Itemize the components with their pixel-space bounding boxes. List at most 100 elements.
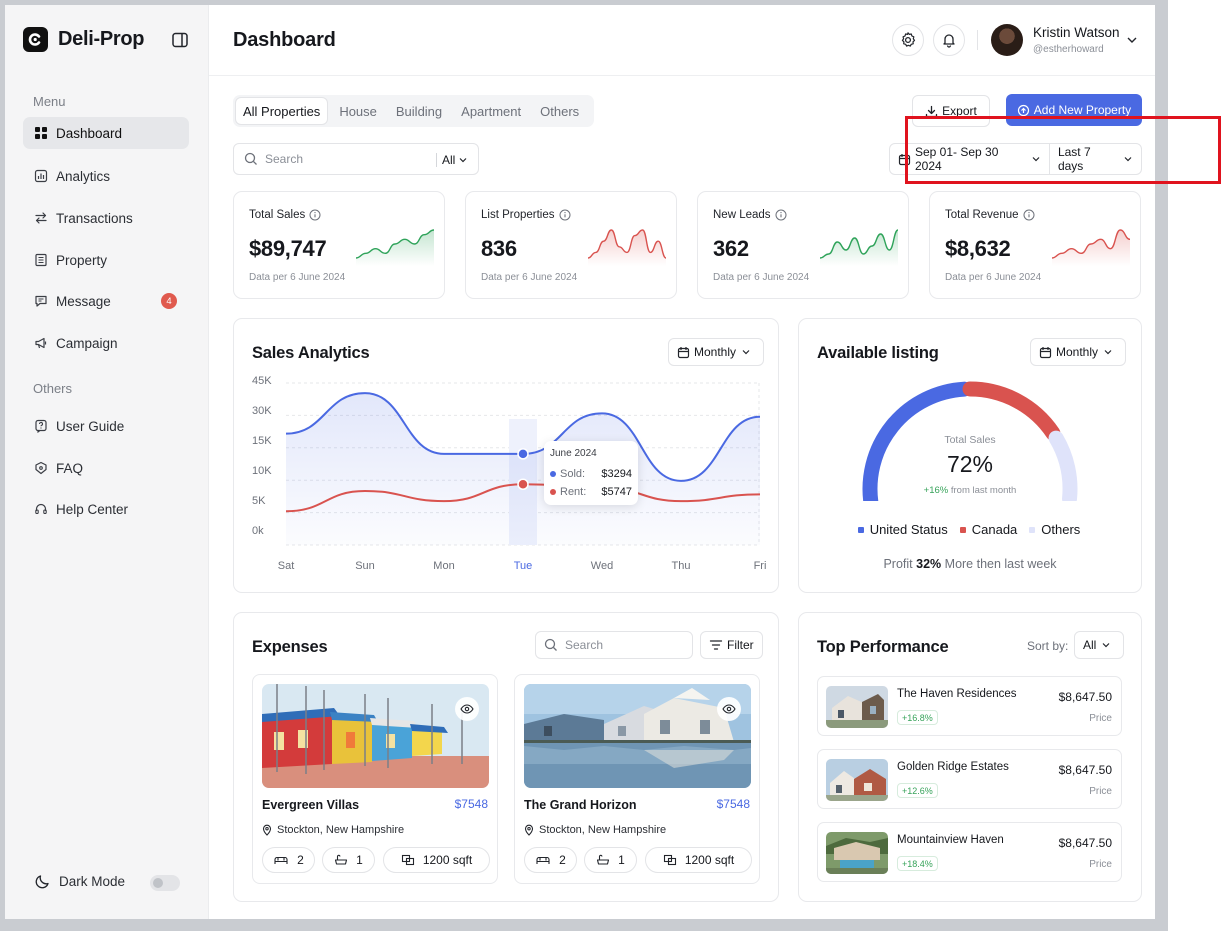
tab-building[interactable]: Building [389,98,449,124]
search-placeholder: Search [265,152,304,166]
user-handle: @estherhoward [1033,44,1104,55]
stat-label-text: Total Sales [249,209,306,221]
header-divider [977,30,978,50]
performance-thumbnail [826,759,888,801]
performance-item[interactable]: Golden Ridge Estates +12.6% $8,647.50 Pr… [817,749,1122,809]
avatar[interactable] [991,24,1023,56]
tab-others[interactable]: Others [533,98,586,124]
property-tabs: All Properties House Building Apartment … [233,95,595,127]
sparkline-new-leads [820,229,898,266]
sidebar-item-analytics[interactable]: Analytics [23,160,189,192]
arrows-icon [34,211,56,225]
listing-period-value: Monthly [1056,345,1099,359]
sidebar-item-help-center[interactable]: Help Center [23,493,189,525]
legend-label: Others [1041,522,1081,537]
dark-mode-toggle[interactable] [150,875,180,891]
performance-name: The Haven Residences [897,688,1017,700]
performance-name: Golden Ridge Estates [897,761,1009,773]
sidebar-item-label: Message [56,293,111,309]
tab-house[interactable]: House [332,98,384,124]
search-icon [244,152,258,166]
chart-icon [34,169,56,183]
gauge-value: 72% [946,451,994,477]
logo-icon [23,27,48,52]
view-eye-icon[interactable] [455,697,479,721]
sidebar-item-user-guide[interactable]: User Guide [23,410,189,442]
property-search-input[interactable]: Search All [233,143,479,175]
sidebar-item-property[interactable]: Property [23,244,189,276]
bed-icon [535,854,559,866]
performance-price-label: Price [1089,713,1112,724]
stat-subtext: Data per 6 June 2024 [481,272,578,283]
stat-label-text: Total Revenue [945,209,1019,221]
area-icon [663,854,685,866]
y-tick-label: 0k [252,525,264,537]
property-card-evergreen-villas[interactable]: Evergreen Villas $7548 Stockton, New Ham… [252,674,498,884]
chevron-down-icon[interactable] [1126,35,1138,45]
area-icon [401,854,423,866]
sidebar-item-label: Campaign [56,335,118,351]
sidebar-toggle-icon[interactable] [171,31,189,49]
calendar-icon [677,346,694,359]
expenses-search-input[interactable]: Search [535,631,693,659]
bathtub-icon [596,854,618,866]
sidebar-item-transactions[interactable]: Transactions [23,202,189,234]
stat-label: Total Sales [249,209,321,221]
performance-item[interactable]: Mountainview Haven +18.4% $8,647.50 Pric… [817,822,1122,882]
property-card-grand-horizon[interactable]: The Grand Horizon $7548 Stockton, New Ha… [514,674,760,884]
stat-value: 362 [713,236,749,261]
property-photo-evergreen-villas [262,684,489,788]
x-tick-label: Wed [590,560,614,572]
area-value: 1200 sqft [422,853,473,867]
sales-period-select[interactable]: Monthly [668,338,765,366]
info-icon[interactable] [771,209,787,221]
performance-thumbnail [826,832,888,874]
beds-pill: 2 [262,847,315,873]
sidebar-item-message[interactable]: Message 4 [23,285,189,317]
profit-suffix: More then last week [944,557,1057,571]
stat-card-list-properties: List Properties 836 Data per 6 June 2024 [465,191,677,299]
location-pin-icon [524,824,539,836]
property-location: Stockton, New Hampshire [524,824,666,836]
series-area-sold [286,393,760,545]
performance-item[interactable]: The Haven Residences +16.8% $8,647.50 Pr… [817,676,1122,736]
message-count-badge: 4 [161,293,177,309]
top-performance-title: Top Performance [817,638,949,656]
legend-label: Canada [971,522,1018,537]
info-icon[interactable] [305,209,321,221]
sidebar-item-faq[interactable]: FAQ [23,452,189,484]
filter-button[interactable]: Filter [700,631,763,659]
area-pill: 1200 sqft [383,847,490,873]
filter-icon [709,639,727,651]
stat-subtext: Data per 6 June 2024 [945,272,1042,283]
dark-mode-row: Dark Mode [35,873,125,889]
sales-period-value: Monthly [694,345,737,359]
available-listing-panel: Available listing Monthly Total Sales 72… [798,318,1142,593]
sidebar-item-dashboard[interactable]: Dashboard [23,117,189,149]
add-property-label: Add New Property [1033,103,1132,117]
tooltip-sold-row: Sold: $3294 [550,468,632,480]
property-name: The Grand Horizon [524,798,637,812]
area-pill: 1200 sqft [645,847,752,873]
sidebar-item-campaign[interactable]: Campaign [23,327,189,359]
search-filter-select[interactable]: All [442,153,468,167]
tab-apartment[interactable]: Apartment [454,98,528,124]
tooltip-title: June 2024 [550,448,597,459]
listing-period-select[interactable]: Monthly [1030,338,1127,366]
notifications-button[interactable] [933,24,965,56]
info-icon[interactable] [1019,209,1035,221]
sort-label: Sort by: [1027,639,1069,653]
brand[interactable]: Deli-Prop [23,27,145,52]
sort-select[interactable]: All [1074,631,1125,659]
stat-label: New Leads [713,209,787,221]
chevron-down-icon [1101,641,1115,649]
sparkline-list-properties [588,229,666,266]
tab-all-properties[interactable]: All Properties [236,98,328,124]
performance-name: Mountainview Haven [897,834,1004,846]
user-name: Kristin Watson [1033,25,1120,40]
info-icon[interactable] [555,209,571,221]
sidebar-item-label: User Guide [56,418,125,434]
chevron-down-icon [741,348,755,356]
view-eye-icon[interactable] [717,697,741,721]
settings-button[interactable] [892,24,924,56]
